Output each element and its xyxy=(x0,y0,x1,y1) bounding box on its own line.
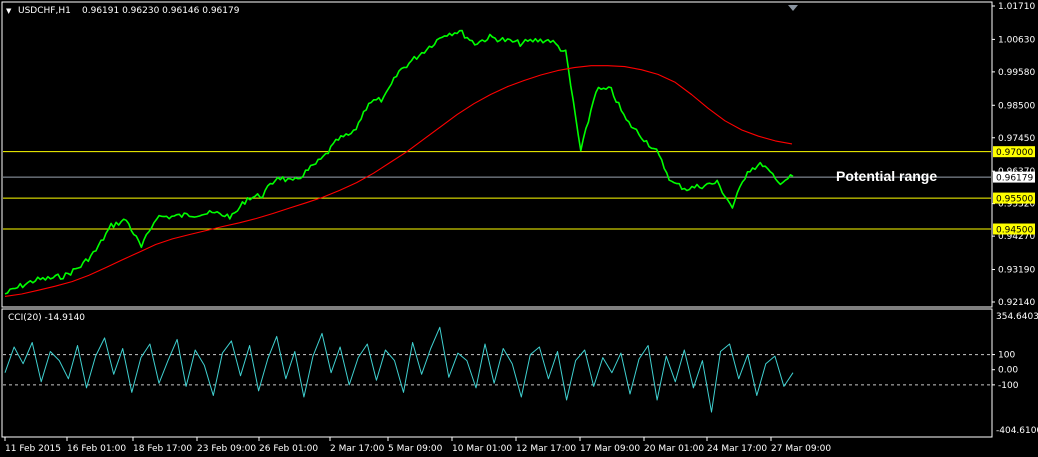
potential-range-annotation: Potential range xyxy=(836,168,937,184)
price-tick-label: 1.01710 xyxy=(998,2,1035,12)
cci-tick-label: 100 xyxy=(998,351,1015,361)
level-tag-label: 0.97000 xyxy=(996,148,1033,158)
cci-tick-label: 0.00 xyxy=(998,366,1018,376)
price-tick-label: 0.97450 xyxy=(998,134,1035,144)
price-tick-label: 1.00630 xyxy=(998,35,1035,45)
cci-scale-min: -404.6100 xyxy=(996,426,1038,436)
symbol-label: USDCHF,H1 xyxy=(18,6,71,16)
time-tick-label: 23 Feb 09:00 xyxy=(197,444,256,454)
time-tick-label: 24 Mar 17:00 xyxy=(707,444,767,454)
chart-menu-icon[interactable]: ▼ xyxy=(6,7,12,15)
time-tick-label: 20 Mar 01:00 xyxy=(644,444,704,454)
price-tick-label: 0.99580 xyxy=(998,68,1035,78)
forex-chart[interactable]: 1.017101.006300.995800.985000.974500.963… xyxy=(0,0,1038,457)
time-tick-label: 12 Mar 17:00 xyxy=(516,444,576,454)
time-tick-label: 11 Feb 2015 xyxy=(5,444,61,454)
time-tick-label: 5 Mar 09:00 xyxy=(388,444,443,454)
time-tick-label: 26 Feb 01:00 xyxy=(259,444,318,454)
current-price-label: 0.96179 xyxy=(996,174,1033,184)
price-tick-label: 0.93190 xyxy=(998,266,1035,276)
cci-scale-max: 354.6403 xyxy=(996,312,1038,322)
time-tick-label: 17 Mar 09:00 xyxy=(580,444,640,454)
cci-tick-label: -100 xyxy=(998,381,1019,391)
level-tag-label: 0.95500 xyxy=(996,195,1033,205)
time-tick-label: 10 Mar 01:00 xyxy=(452,444,512,454)
time-tick-label: 27 Mar 09:00 xyxy=(771,444,831,454)
time-tick-label: 18 Feb 17:00 xyxy=(133,444,192,454)
level-tag-label: 0.94500 xyxy=(996,226,1033,236)
price-tick-label: 0.92140 xyxy=(998,298,1035,308)
time-tick-label: 16 Feb 01:00 xyxy=(67,444,126,454)
time-tick-label: 2 Mar 17:00 xyxy=(330,444,385,454)
price-tick-label: 0.98500 xyxy=(998,101,1035,111)
cci-label: CCI(20) -14.9140 xyxy=(8,313,85,323)
ohlc-values: 0.96191 0.96230 0.96146 0.96179 xyxy=(82,6,240,16)
